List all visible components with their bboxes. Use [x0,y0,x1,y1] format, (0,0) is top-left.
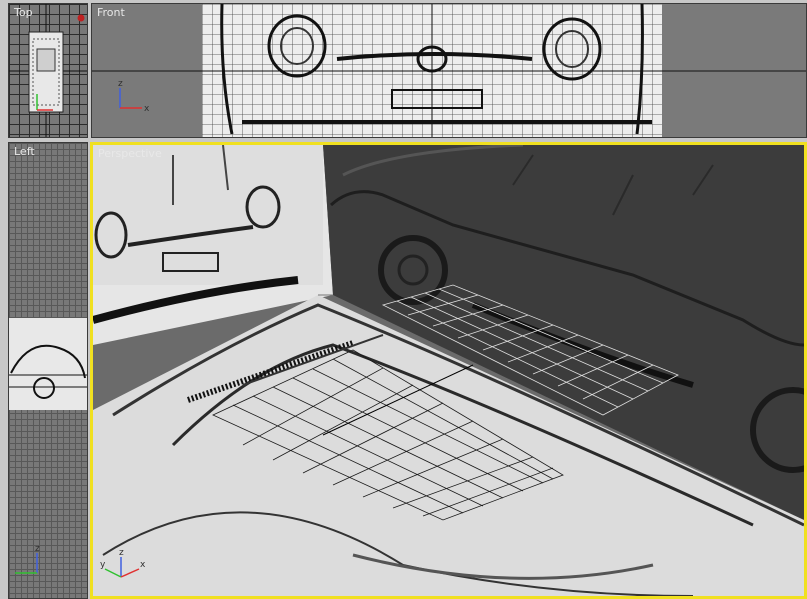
axis-tripod-icon [36,94,53,111]
viewport-left-label: Left [14,145,35,158]
viewport-perspective[interactable]: Perspective z y x [90,142,807,599]
axis-x-label: x [144,104,150,114]
viewport-front-label: Front [97,6,125,19]
axis-tripod-icon: z [15,544,40,574]
perspective-scene [93,145,804,596]
axis-x-label: x [140,560,146,570]
viewport-left[interactable]: Left z [8,142,88,599]
axis-y-label: y [100,560,106,570]
red-marker-icon [77,14,85,22]
viewport-perspective-label: Perspective [98,147,162,160]
axis-tripod-icon: z x [118,79,150,114]
axis-z-label: z [119,548,124,558]
axis-z-label: z [118,79,123,89]
axis-z-label: z [35,544,40,554]
left-view-scene [9,318,87,410]
viewport-front[interactable]: Front z x [91,3,807,138]
axis-tripod-icon: z y x [100,548,146,578]
front-view-scene [92,4,806,137]
viewport-top-label: Top [14,6,33,19]
viewport-top[interactable]: Top [8,3,88,138]
